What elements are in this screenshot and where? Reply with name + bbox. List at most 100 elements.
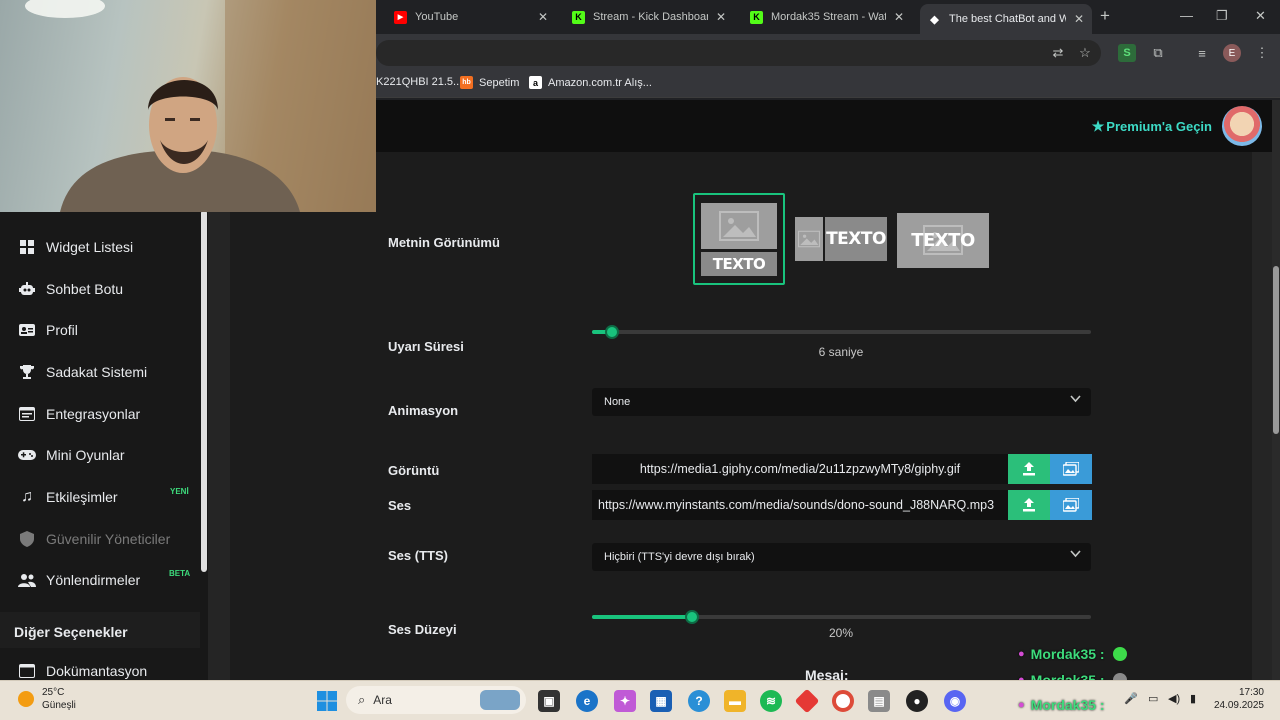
tab-youtube[interactable]: ▶ YouTube ✕ <box>386 4 556 30</box>
sidebar-item-widgets[interactable]: Widget Listesi <box>18 238 193 256</box>
document-icon <box>18 662 36 680</box>
chrome-icon[interactable] <box>832 690 854 712</box>
image-library-button[interactable] <box>1050 454 1092 484</box>
tab-kick-stream[interactable]: K Mordak35 Stream - Watch ✕ <box>742 4 912 30</box>
mic-tray-icon[interactable]: 🎤 <box>1124 692 1138 705</box>
premium-upgrade-link[interactable]: ★ Premium'a Geçin <box>1092 118 1212 135</box>
sound-upload-button[interactable] <box>1008 490 1050 520</box>
weather-text: Güneşli <box>42 700 76 711</box>
spotify-icon[interactable]: ≋ <box>760 690 782 712</box>
diamond-icon: ◆ <box>930 13 939 26</box>
network-icon[interactable]: ▭ <box>1148 692 1158 705</box>
help-icon[interactable]: ? <box>688 690 710 712</box>
sidebar-scrollbar[interactable] <box>201 210 207 572</box>
new-tab-button[interactable]: + <box>1100 6 1110 26</box>
bookmark-label: K221QHBI 21.5... <box>376 76 463 88</box>
sidebar-item-label: Yönlendirmeler <box>46 572 141 588</box>
app-gray-icon[interactable]: ▤ <box>868 690 890 712</box>
tts-select[interactable]: Hiçbiri (TTS'yi devre dışı bırak) <box>592 543 1091 571</box>
close-tab-icon[interactable]: ✕ <box>538 10 548 24</box>
youtube-icon: ▶ <box>394 10 407 24</box>
address-bar[interactable] <box>376 40 1101 66</box>
obs-icon[interactable]: ● <box>906 690 928 712</box>
duration-slider-track[interactable] <box>592 330 1091 334</box>
sound-library-button[interactable] <box>1050 490 1092 520</box>
upload-icon <box>1023 498 1035 512</box>
sidebar-item-trusted-moderators: Güvenilir Yöneticiler <box>18 530 193 548</box>
media-queue-icon[interactable]: ≡ <box>1193 44 1211 62</box>
volume-value: 20% <box>828 626 854 640</box>
profile-avatar[interactable]: E <box>1223 44 1241 62</box>
mic-icon: ● <box>1018 648 1025 660</box>
windows-start-icon[interactable] <box>316 690 338 712</box>
image-url-input[interactable] <box>592 454 1008 484</box>
sidebar-item-integrations[interactable]: Entegrasyonlar <box>18 405 193 423</box>
weather-widget[interactable]: 25°C Güneşli <box>18 686 76 712</box>
sound-url-input[interactable] <box>592 490 1008 520</box>
tab-chatbot[interactable]: ◆ The best ChatBot and Wid ✕ <box>920 4 1092 34</box>
page-scrollbar[interactable] <box>1273 266 1279 434</box>
user-avatar[interactable] <box>1222 106 1262 146</box>
tab-label: Mordak35 Stream - Watch <box>771 11 886 23</box>
taskbar-clock[interactable]: 17:30 24.09.2025 <box>1208 686 1264 712</box>
bookmark-sepetim[interactable]: hb Sepetim <box>460 76 519 89</box>
translate-icon[interactable]: ⇄ <box>1049 44 1067 62</box>
upload-icon <box>1023 462 1035 476</box>
chevron-down-icon <box>1070 549 1081 561</box>
store-icon[interactable]: ▦ <box>650 690 672 712</box>
webcam-person-image <box>25 0 376 212</box>
mic-icon: ● <box>1018 699 1025 711</box>
battery-icon[interactable]: ▮ <box>1190 692 1196 705</box>
amazon-icon: a <box>529 76 542 89</box>
task-view-icon[interactable]: ▣ <box>538 690 560 712</box>
layout-option-image-left-text[interactable]: TEXTO <box>795 217 887 261</box>
star-icon: ★ <box>1091 118 1105 134</box>
hepsiburada-icon: hb <box>460 76 473 89</box>
sidebar-item-loyalty[interactable]: Sadakat Sistemi <box>18 363 193 381</box>
minimize-icon[interactable]: — <box>1180 8 1193 23</box>
layout-option-image-above-text[interactable]: TEXTO <box>693 193 785 285</box>
bookmark-monitor[interactable]: K221QHBI 21.5... <box>376 76 462 88</box>
close-window-icon[interactable]: ✕ <box>1255 8 1266 24</box>
tts-selected-value: Hiçbiri (TTS'yi devre dışı bırak) <box>604 551 755 563</box>
chat-username: Mordak35 : <box>1030 646 1105 662</box>
restore-icon[interactable]: ❐ <box>1216 8 1228 24</box>
chat-overlay-line: ● Mordak35 : <box>1018 646 1127 662</box>
image-label: Görüntü <box>388 463 440 478</box>
volume-icon[interactable]: ◀) <box>1168 692 1180 705</box>
menu-dots-icon[interactable]: ⋮ <box>1253 44 1271 62</box>
tab-label: The best ChatBot and Wid <box>949 13 1066 25</box>
extensions-puzzle-icon[interactable]: ⧉ <box>1149 44 1167 62</box>
new-badge: YENİ <box>170 487 189 496</box>
tab-label: Stream - Kick Dashboard <box>593 11 708 23</box>
sidebar-item-chatbot[interactable]: Sohbet Botu <box>18 280 193 298</box>
sidebar-item-documentation[interactable]: Dokümantasyon <box>18 662 193 680</box>
sidebar-item-profile[interactable]: Profil <box>18 321 193 339</box>
taskbar-search[interactable]: ⌕ Ara <box>346 686 526 714</box>
kick-icon: K <box>750 10 763 24</box>
extension-s-icon[interactable]: S <box>1118 44 1136 62</box>
file-explorer-icon[interactable]: ▬ <box>724 690 746 712</box>
duration-slider-handle[interactable] <box>605 325 619 339</box>
bookmark-amazon[interactable]: a Amazon.com.tr Alış... <box>529 76 652 89</box>
discord-icon[interactable]: ◉ <box>944 690 966 712</box>
animation-select[interactable]: None <box>592 388 1091 416</box>
texto-sample: TEXTO <box>701 251 777 276</box>
sidebar-item-redirects[interactable]: Yönlendirmeler <box>18 571 193 589</box>
volume-label: Ses Düzeyi <box>388 622 457 637</box>
sidebar-item-minigames[interactable]: Mini Oyunlar <box>18 446 193 464</box>
close-tab-icon[interactable]: ✕ <box>716 10 726 24</box>
copilot-icon[interactable]: ✦ <box>614 690 636 712</box>
layout-option-text-over-image[interactable]: TEXTO <box>897 213 989 268</box>
tab-kick-dashboard[interactable]: K Stream - Kick Dashboard ✕ <box>564 4 734 30</box>
trophy-icon <box>18 363 36 381</box>
close-tab-icon[interactable]: ✕ <box>894 10 904 24</box>
image-upload-button[interactable] <box>1008 454 1050 484</box>
volume-slider-handle[interactable] <box>685 610 699 624</box>
sidebar-item-interactions[interactable]: ♫ Etkileşimler <box>18 488 193 506</box>
sidebar-item-label: Sadakat Sistemi <box>46 364 148 380</box>
sidebar-item-label: Etkileşimler <box>46 489 118 505</box>
edge-icon[interactable]: e <box>576 690 598 712</box>
star-icon[interactable]: ☆ <box>1076 44 1094 62</box>
close-tab-icon[interactable]: ✕ <box>1074 12 1084 26</box>
